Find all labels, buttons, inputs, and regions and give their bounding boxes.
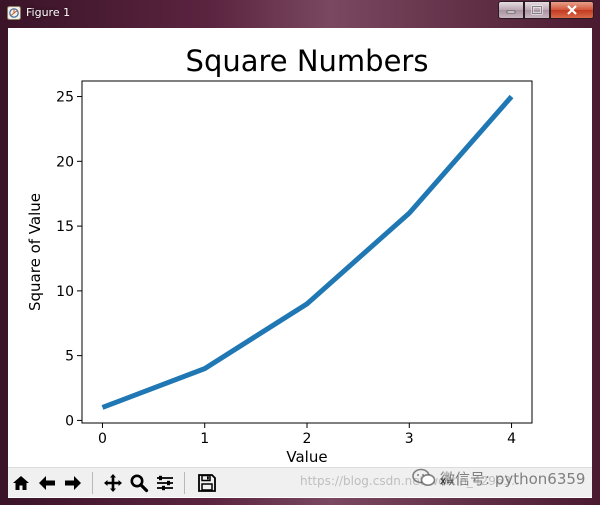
y-tick-label: 10: [56, 284, 74, 300]
wechat-icon: [412, 468, 436, 486]
line-chart: Square Numbers 0 1 2 3 4 0 5 10 15 20 25 Value Sq…: [26, 44, 533, 466]
forward-arrow-icon: [65, 476, 81, 490]
title-bar[interactable]: Figure 1: [0, 0, 600, 28]
zoom-icon: [130, 474, 149, 493]
forward-button[interactable]: [62, 471, 84, 495]
figure-canvas-area: Square Numbers 0 1 2 3 4 0 5 10 15 20 25 Value Sq…: [8, 28, 592, 498]
y-tick-label: 20: [56, 154, 74, 170]
x-tick-label: 2: [303, 431, 312, 447]
back-button[interactable]: [36, 471, 58, 495]
minimize-icon: [506, 10, 516, 14]
back-arrow-icon: [39, 476, 55, 490]
figure-window: Figure 1 Square Numbers 0 1 2 3 4 0 5 10 15 20 25…: [0, 0, 600, 505]
y-tick-label: 15: [56, 219, 74, 235]
close-icon: [567, 5, 577, 15]
maximize-button[interactable]: [524, 1, 550, 19]
chart-title: Square Numbers: [186, 44, 429, 78]
wechat-id-text: 微信号: python6359: [440, 469, 586, 488]
matplotlib-figure-icon: [7, 6, 21, 20]
window-title: Figure 1: [26, 6, 71, 19]
x-tick-label: 1: [200, 431, 209, 447]
x-axis-label: Value: [286, 448, 327, 466]
y-axis-ticks: 0 5 10 15 20 25: [56, 90, 82, 429]
x-axis-ticks: 0 1 2 3 4: [98, 423, 516, 447]
y-tick-label: 0: [65, 413, 74, 429]
zoom-button[interactable]: [128, 471, 150, 495]
window-controls: [498, 1, 594, 20]
x-tick-label: 4: [507, 431, 516, 447]
minimize-button[interactable]: [498, 1, 524, 19]
x-tick-label: 0: [98, 431, 107, 447]
y-axis-label: Square of Value: [26, 193, 44, 311]
wechat-watermark: 微信号: python6359: [412, 466, 585, 490]
pan-button[interactable]: [102, 471, 124, 495]
axes-frame: [81, 80, 533, 424]
save-icon: [198, 474, 216, 492]
configure-subplots-button[interactable]: [154, 471, 176, 495]
toolbar-separator: [92, 472, 93, 494]
close-button[interactable]: [550, 1, 594, 19]
y-tick-label: 5: [65, 349, 74, 365]
configure-subplots-icon: [157, 475, 173, 491]
pan-icon: [104, 474, 122, 492]
save-button[interactable]: [196, 471, 218, 495]
home-button[interactable]: [10, 471, 32, 495]
y-tick-label: 25: [56, 90, 74, 106]
home-icon: [13, 476, 29, 490]
toolbar-separator: [184, 472, 185, 494]
x-tick-label: 3: [405, 431, 414, 447]
maximize-icon: [531, 5, 543, 15]
